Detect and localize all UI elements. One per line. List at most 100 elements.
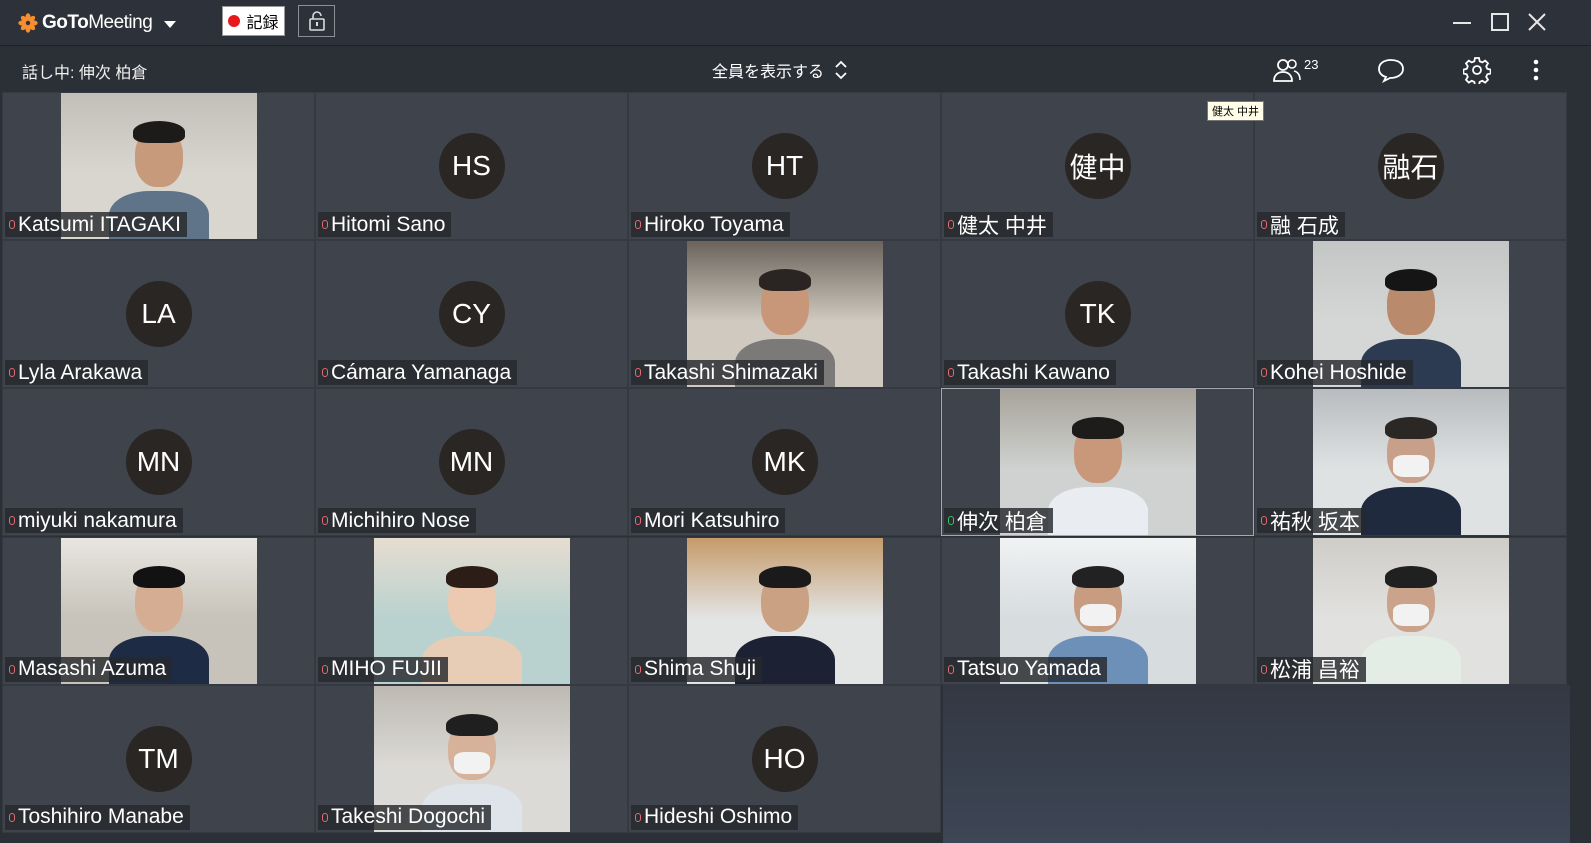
participant-tile[interactable]: TK Takashi Kawano — [941, 240, 1254, 389]
participant-tile[interactable]: MIHO FUJII — [315, 536, 628, 685]
participant-tile[interactable]: Masashi Azuma — [2, 536, 315, 685]
maximize-button[interactable] — [1487, 9, 1513, 35]
participant-name: Hiroko Toyama — [644, 212, 784, 236]
participant-name-label: MIHO FUJII — [318, 656, 448, 682]
chevron-down-icon — [164, 20, 177, 28]
participant-name-label: 融 石成 — [1257, 212, 1345, 238]
participant-name-label: Kohei Hoshide — [1257, 360, 1413, 386]
microphone-muted-icon — [635, 812, 641, 822]
lock-meeting-button[interactable] — [298, 5, 335, 37]
microphone-muted-icon — [948, 664, 954, 674]
participant-tile[interactable]: Takeshi Dogochi — [315, 684, 628, 833]
attendees-icon — [1273, 59, 1301, 82]
participant-name: MIHO FUJII — [331, 657, 442, 681]
participant-tile[interactable]: 松浦 昌裕 — [1254, 536, 1567, 685]
microphone-muted-icon — [322, 664, 328, 674]
participant-name-label: Takashi Kawano — [944, 360, 1116, 386]
microphone-muted-icon — [635, 220, 641, 229]
microphone-active-icon — [948, 516, 954, 526]
participant-name: Michihiro Nose — [331, 508, 470, 532]
chat-button[interactable] — [1376, 56, 1406, 84]
close-button[interactable] — [1524, 9, 1550, 35]
participant-name: miyuki nakamura — [18, 508, 177, 532]
settings-button[interactable] — [1463, 56, 1491, 84]
participant-tile[interactable]: CY Cámara Yamanaga — [315, 240, 628, 389]
participant-avatar: HO — [751, 725, 818, 792]
microphone-muted-icon — [1261, 516, 1267, 526]
microphone-muted-icon — [9, 812, 15, 822]
participant-tile[interactable]: HO Hideshi Oshimo — [628, 684, 941, 833]
record-button[interactable]: 記録 — [222, 6, 285, 36]
participant-tile[interactable]: 祐秋 坂本 — [1254, 388, 1567, 537]
participant-tile[interactable]: 伸次 柏倉 — [941, 388, 1254, 537]
participant-avatar: 融石 — [1377, 133, 1444, 199]
microphone-muted-icon — [635, 516, 641, 526]
participant-tile[interactable]: Takashi Shimazaki — [628, 240, 941, 389]
participant-avatar: TK — [1064, 281, 1131, 348]
participant-avatar: TM — [125, 725, 192, 792]
microphone-muted-icon — [9, 664, 15, 674]
participant-name: 融 石成 — [1270, 214, 1339, 238]
participant-tile[interactable]: HS Hitomi Sano — [315, 92, 628, 240]
participant-tile[interactable]: Tatsuo Yamada — [941, 536, 1254, 685]
microphone-muted-icon — [1261, 664, 1267, 674]
participant-name-label: miyuki nakamura — [5, 508, 183, 534]
participant-name-label: Katsumi ITAGAKI — [5, 212, 187, 237]
more-options-button[interactable] — [1530, 56, 1542, 84]
microphone-muted-icon — [948, 220, 954, 229]
microphone-muted-icon — [9, 368, 15, 378]
participant-name: 松浦 昌裕 — [1270, 659, 1360, 683]
participant-avatar: MN — [125, 429, 192, 496]
microphone-muted-icon — [1261, 368, 1267, 378]
more-vertical-icon — [1533, 59, 1539, 81]
participant-tile[interactable]: 融石融 石成 — [1254, 92, 1567, 240]
participant-name: Kohei Hoshide — [1270, 360, 1407, 384]
view-selector-label: 全員を表示する — [712, 64, 825, 81]
participant-avatar: CY — [438, 281, 505, 348]
microphone-muted-icon — [322, 220, 328, 229]
microphone-muted-icon — [9, 516, 15, 526]
participant-name: Takeshi Dogochi — [331, 805, 486, 829]
participant-name-label: 健太 中井 — [944, 212, 1053, 238]
minimize-icon — [1453, 22, 1471, 24]
meeting-toolbar: 話し中: 伸次 柏倉 全員を表示する 23 — [0, 46, 1591, 92]
microphone-muted-icon — [322, 516, 328, 526]
participant-name: Lyla Arakawa — [18, 360, 143, 384]
participant-name-label: 祐秋 坂本 — [1257, 508, 1366, 534]
view-selector[interactable]: 全員を表示する — [712, 58, 848, 82]
participant-name: Cámara Yamanaga — [331, 360, 512, 384]
participant-tile[interactable]: Kohei Hoshide — [1254, 240, 1567, 389]
microphone-muted-icon — [322, 368, 328, 378]
app-name: GoToMeeting — [42, 12, 153, 33]
participant-tile[interactable]: Katsumi ITAGAKI — [2, 92, 315, 240]
participant-name: Masashi Azuma — [18, 657, 167, 681]
participant-name-label: Hideshi Oshimo — [631, 804, 799, 830]
microphone-muted-icon — [9, 220, 15, 229]
app-menu[interactable]: GoToMeeting — [18, 11, 177, 35]
participant-name: Shima Shuji — [644, 657, 757, 681]
participant-name-label: 伸次 柏倉 — [944, 508, 1053, 534]
microphone-muted-icon — [1261, 220, 1267, 229]
microphone-muted-icon — [635, 368, 641, 378]
title-bar: GoToMeeting 記録 — [0, 0, 1591, 46]
participant-tile[interactable]: MN Michihiro Nose — [315, 388, 628, 537]
participant-name: Toshihiro Manabe — [18, 805, 184, 829]
minimize-button[interactable] — [1449, 9, 1475, 35]
participant-tile[interactable]: MK Mori Katsuhiro — [628, 388, 941, 537]
participant-name: Hitomi Sano — [331, 212, 446, 236]
participant-name-label: Hitomi Sano — [318, 212, 452, 237]
unlock-icon — [308, 11, 325, 31]
participant-name: 祐秋 坂本 — [1270, 510, 1360, 534]
microphone-muted-icon — [322, 812, 328, 822]
participant-avatar: HS — [438, 133, 505, 199]
participant-tile[interactable]: HT Hiroko Toyama — [628, 92, 941, 240]
participant-avatar: MK — [751, 429, 818, 496]
attendees-button[interactable]: 23 — [1272, 56, 1318, 84]
participant-name-label: Mori Katsuhiro — [631, 508, 786, 534]
participant-tile[interactable]: Shima Shuji — [628, 536, 941, 685]
participant-tile[interactable]: TM Toshihiro Manabe — [2, 684, 315, 833]
participant-tile[interactable]: MN miyuki nakamura — [2, 388, 315, 537]
participant-name: Mori Katsuhiro — [644, 508, 780, 532]
participant-name-label: Shima Shuji — [631, 656, 763, 682]
participant-tile[interactable]: LA Lyla Arakawa — [2, 240, 315, 389]
